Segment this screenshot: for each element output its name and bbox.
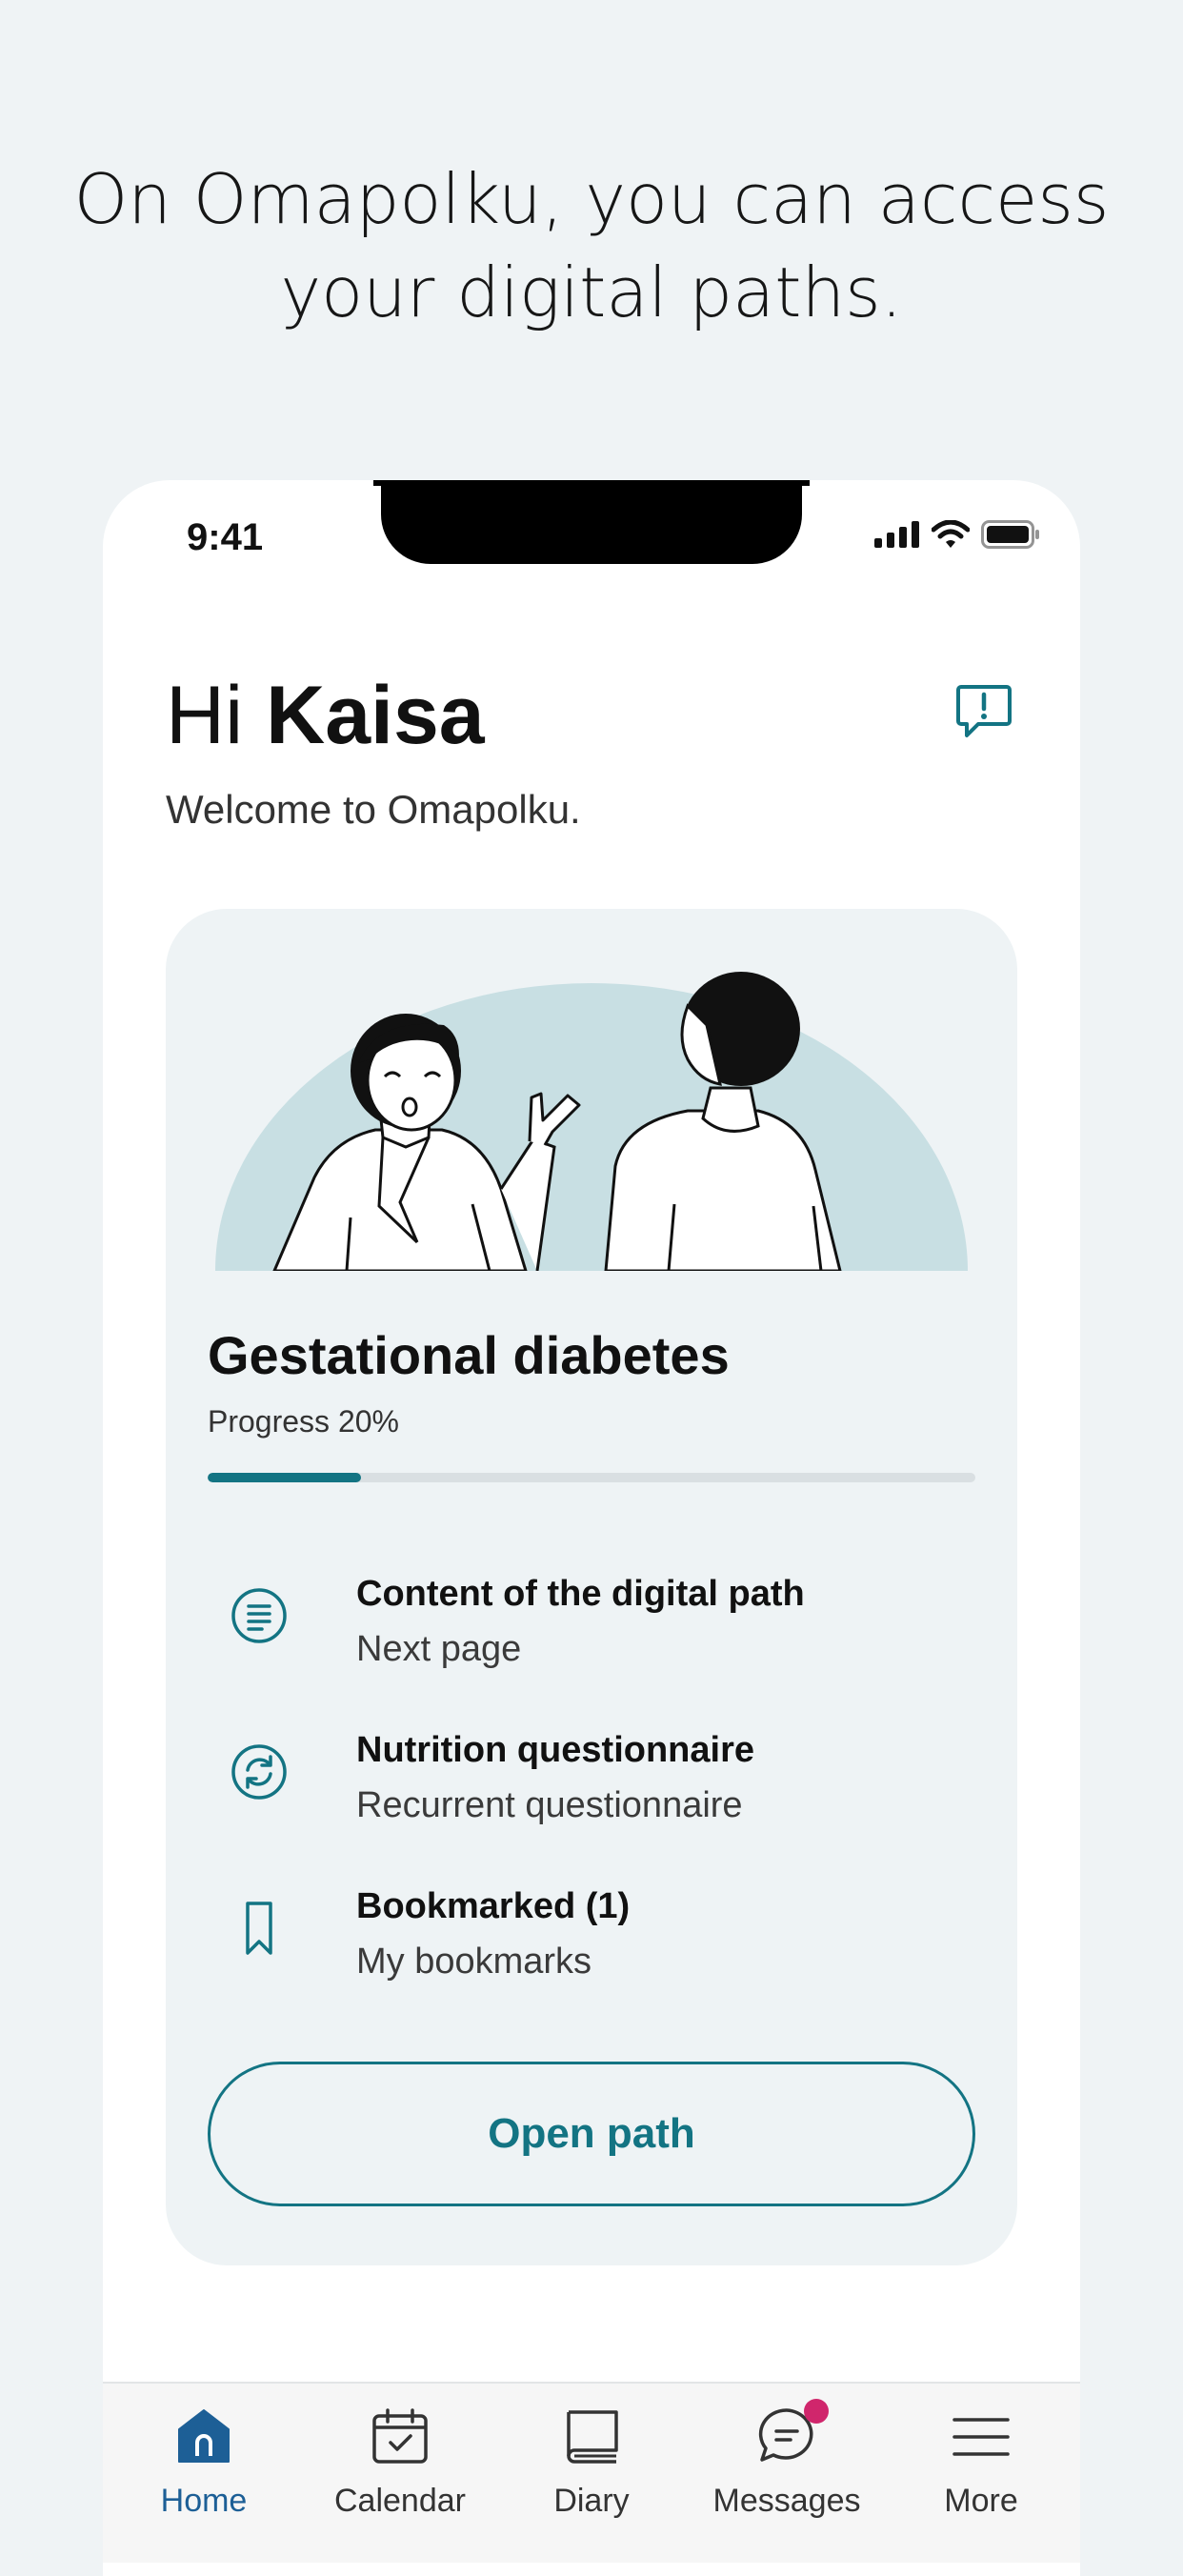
- phone-mockup: 9:41 Hi Kaisa Welcome to Omapolku. Gesta…: [103, 480, 1080, 2576]
- path-content-title: Content of the digital path: [356, 1574, 805, 1614]
- greeting-hi: Hi: [166, 670, 244, 761]
- bottom-tab-bar: Home Calendar Diary Messages More: [103, 2382, 1080, 2563]
- tab-home[interactable]: Home: [109, 2399, 299, 2551]
- diary-book-icon: [567, 2410, 618, 2464]
- cellular-signal-icon: [874, 521, 919, 548]
- headline-line-2: your digital paths.: [280, 252, 903, 332]
- user-name: Kaisa: [266, 670, 485, 761]
- bookmark-icon: [246, 1902, 272, 1955]
- bookmarks-subtitle: My bookmarks: [356, 1942, 592, 1982]
- feedback-message-icon: [956, 685, 1012, 737]
- progress-bar-fill: [208, 1473, 362, 1482]
- path-content-item[interactable]: Content of the digital path Next page: [208, 1553, 975, 1677]
- messages-unread-badge: [804, 2399, 829, 2424]
- menu-icon: [952, 2418, 1010, 2456]
- tab-home-label: Home: [160, 2483, 248, 2519]
- onboarding-headline: On Omapolku, you can access your digital…: [0, 152, 1183, 339]
- document-lines-icon: [231, 1588, 287, 1643]
- status-icons: [874, 520, 1040, 549]
- welcome-text: Welcome to Omapolku.: [166, 787, 581, 832]
- nutrition-questionnaire-subtitle: Recurrent questionnaire: [356, 1785, 743, 1825]
- progress-label: Progress 20%: [208, 1404, 399, 1439]
- tab-messages[interactable]: Messages: [692, 2399, 882, 2551]
- tab-more[interactable]: More: [886, 2399, 1076, 2551]
- status-time: 9:41: [187, 516, 264, 558]
- bookmarks-title: Bookmarked (1): [356, 1886, 631, 1926]
- bookmarks-item[interactable]: Bookmarked (1) My bookmarks: [208, 1865, 975, 1989]
- tab-diary-label: Diary: [553, 2483, 630, 2519]
- refresh-circle-icon: [231, 1744, 287, 1800]
- tab-more-label: More: [944, 2483, 1018, 2519]
- tab-calendar[interactable]: Calendar: [305, 2399, 495, 2551]
- path-title: Gestational diabetes: [208, 1325, 730, 1385]
- path-illustration: [215, 972, 968, 1271]
- home-icon: [178, 2409, 230, 2463]
- path-content-subtitle: Next page: [356, 1629, 522, 1669]
- nutrition-questionnaire-title: Nutrition questionnaire: [356, 1730, 754, 1770]
- battery-icon: [981, 520, 1039, 549]
- nutrition-questionnaire-item[interactable]: Nutrition questionnaire Recurrent questi…: [208, 1709, 975, 1833]
- open-path-button[interactable]: Open path: [208, 2062, 975, 2206]
- progress-bar: [208, 1473, 975, 1482]
- tab-diary[interactable]: Diary: [496, 2399, 687, 2551]
- headline-line-1: On Omapolku, you can access: [73, 159, 1110, 239]
- digital-path-card: Gestational diabetes Progress 20% Conten…: [166, 909, 1017, 2265]
- greeting-heading: Hi Kaisa: [166, 663, 485, 768]
- calendar-icon: [372, 2408, 428, 2464]
- wifi-icon: [932, 520, 970, 548]
- feedback-button[interactable]: [951, 678, 1017, 745]
- phone-notch: [381, 480, 802, 564]
- tab-calendar-label: Calendar: [334, 2483, 466, 2519]
- tab-messages-label: Messages: [712, 2483, 861, 2519]
